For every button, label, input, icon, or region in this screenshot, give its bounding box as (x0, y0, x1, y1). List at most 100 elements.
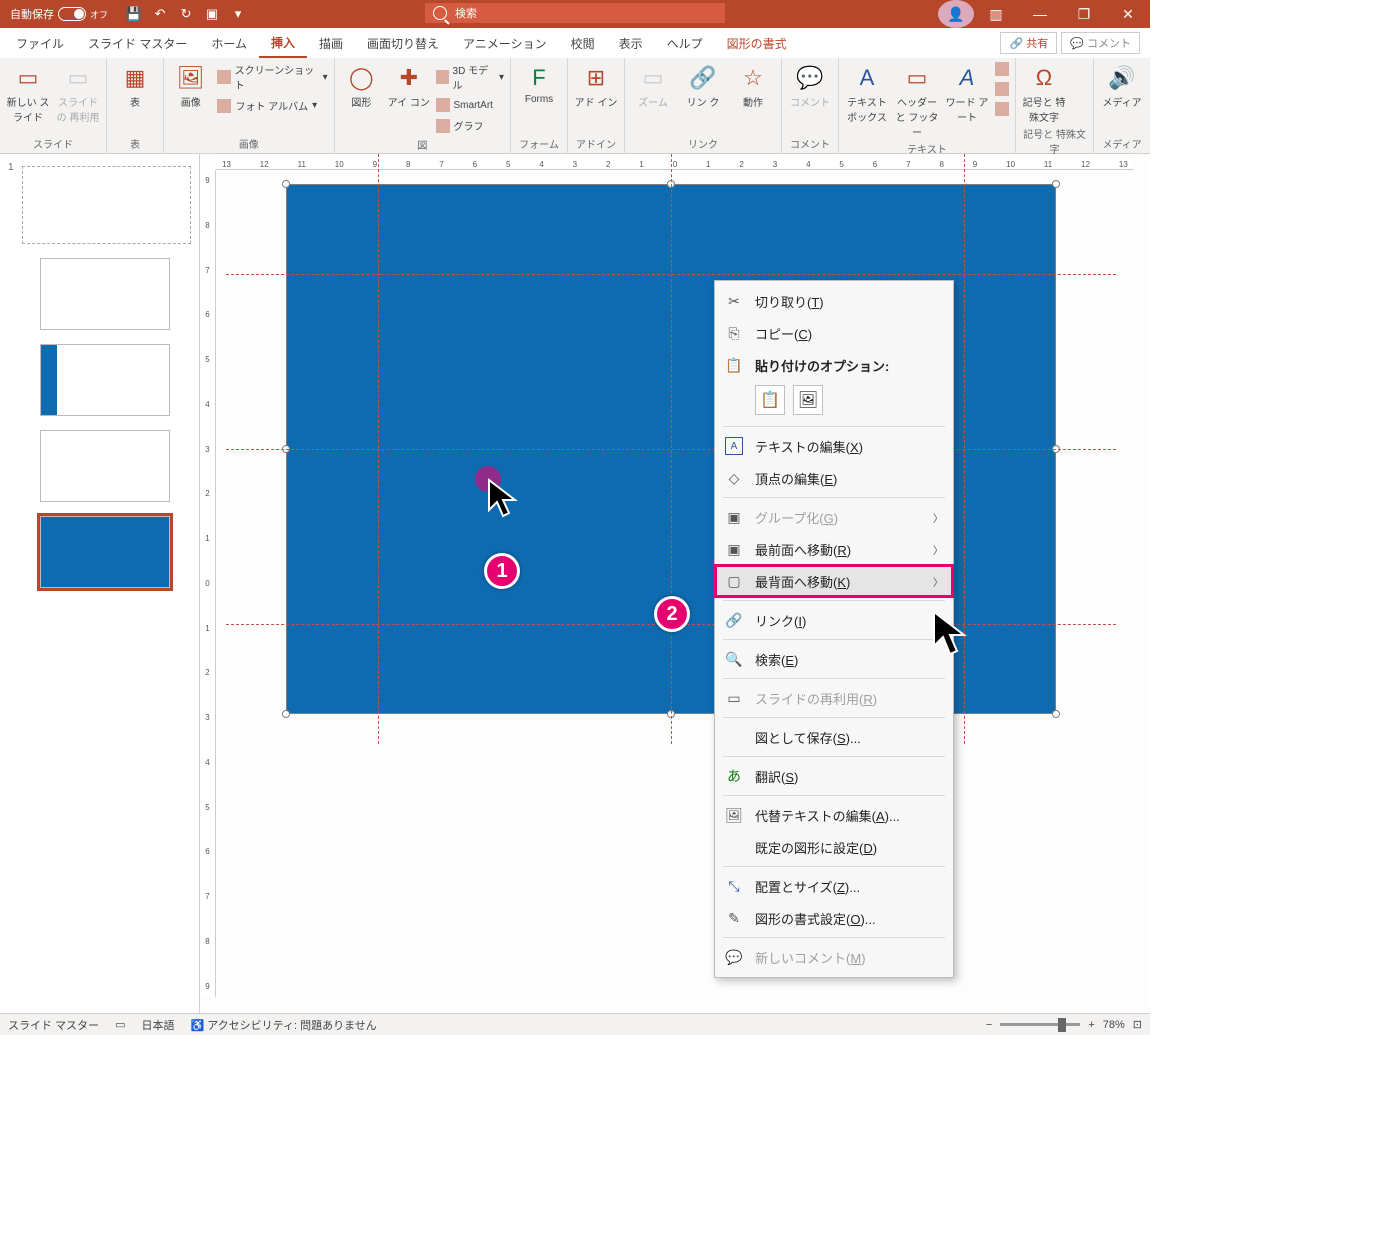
search-box[interactable]: 検索 (425, 3, 725, 23)
qat-more-icon[interactable]: ▾ (230, 6, 246, 22)
tab-draw[interactable]: 描画 (307, 28, 355, 58)
account-avatar[interactable]: 👤 (938, 0, 974, 28)
layout-thumb-1[interactable] (40, 258, 170, 330)
resize-handle-sw[interactable] (282, 710, 290, 718)
wordart-button[interactable]: Aワード アート (943, 60, 991, 124)
cm-bring-to-front[interactable]: ▣最前面へ移動(R)〉 (715, 533, 953, 565)
redo-icon[interactable]: ↻ (178, 6, 194, 22)
cm-edit-points[interactable]: ◇頂点の編集(E) (715, 462, 953, 494)
cm-cut[interactable]: ✂切り取り(T) (715, 285, 953, 317)
layout-thumb-2[interactable] (40, 344, 170, 416)
tab-view[interactable]: 表示 (607, 28, 655, 58)
new-slide-button[interactable]: ▭新しい スライド (4, 60, 52, 124)
notes-icon[interactable]: ▭ (115, 1018, 125, 1031)
symbols-button[interactable]: Ω記号と 特殊文字 (1020, 60, 1068, 124)
layout-thumb-4[interactable] (40, 516, 170, 588)
undo-icon[interactable]: ↶ (152, 6, 168, 22)
header-footer-button[interactable]: ▭ヘッダーと フッター (893, 60, 941, 139)
comments-button[interactable]: 💬 コメント (1061, 32, 1140, 54)
zoom-out-icon[interactable]: − (986, 1019, 992, 1031)
zoom-slider[interactable] (1000, 1023, 1080, 1026)
shapes-button[interactable]: ◯図形 (339, 60, 384, 109)
comment-button[interactable]: 💬コメント (786, 60, 834, 109)
fit-to-window-icon[interactable]: ⊡ (1133, 1018, 1142, 1031)
copy-icon: ⎘ (725, 324, 743, 342)
forms-button[interactable]: FForms (515, 60, 563, 105)
accessibility-status[interactable]: ♿ アクセシビリティ: 問題ありません (190, 1017, 376, 1033)
object-button[interactable] (993, 100, 1011, 118)
tab-slide-master[interactable]: スライド マスター (76, 28, 199, 58)
slides-thumbnail-panel[interactable]: 1 (0, 154, 200, 1013)
chart-button[interactable]: グラフ (434, 116, 507, 135)
3d-models-button[interactable]: 3D モデル ▾ (434, 60, 507, 94)
cm-link[interactable]: 🔗リンク(I)〉 (715, 604, 953, 636)
smartart-button[interactable]: SmartArt (434, 96, 507, 114)
cm-search[interactable]: 🔍検索(E) (715, 643, 953, 675)
cm-set-default-shape[interactable]: 既定の図形に設定(D) (715, 831, 953, 863)
cm-copy[interactable]: ⎘コピー(C) (715, 317, 953, 349)
paste-icon: 📋 (725, 356, 743, 374)
autosave-toggle[interactable]: 自動保存 オフ (10, 6, 108, 22)
zoom-in-icon[interactable]: + (1088, 1019, 1094, 1031)
group-label-slides: スライド (4, 134, 102, 153)
cm-size-position[interactable]: ⤡配置とサイズ(Z)... (715, 870, 953, 902)
cm-reuse-slides: ▭スライドの再利用(R) (715, 682, 953, 714)
layout-thumb-3[interactable] (40, 430, 170, 502)
paste-keep-formatting[interactable]: 📋 (755, 385, 785, 415)
link-button[interactable]: 🔗リン ク (679, 60, 727, 109)
paste-as-picture[interactable]: 🖼 (793, 385, 823, 415)
action-button[interactable]: ☆動作 (729, 60, 777, 109)
edit-points-icon: ◇ (725, 469, 743, 487)
share-button[interactable]: 🔗 共有 (1000, 32, 1057, 54)
canvas-area[interactable]: 13121110987654321012345678910111213 9876… (200, 154, 1150, 1013)
cm-edit-text[interactable]: Aテキストの編集(X) (715, 430, 953, 462)
media-button[interactable]: 🔊メディア (1098, 60, 1146, 109)
ribbon-display-icon[interactable]: ▥ (974, 0, 1018, 28)
callout-2: 2 (654, 596, 690, 632)
save-icon[interactable]: 💾 (126, 6, 142, 22)
minimize-button[interactable]: — (1018, 0, 1062, 28)
cm-save-as-picture[interactable]: 図として保存(S)... (715, 721, 953, 753)
resize-handle-ne[interactable] (1052, 180, 1060, 188)
tab-file[interactable]: ファイル (4, 28, 76, 58)
slide-number-button[interactable] (993, 80, 1011, 98)
resize-handle-se[interactable] (1052, 710, 1060, 718)
tab-animations[interactable]: アニメーション (451, 28, 559, 58)
restore-button[interactable]: ❐ (1062, 0, 1106, 28)
resize-handle-nw[interactable] (282, 180, 290, 188)
cm-group: ▣グループ化(G)〉 (715, 501, 953, 533)
table-button[interactable]: ▦表 (111, 60, 159, 109)
cm-translate[interactable]: あ翻訳(S) (715, 760, 953, 792)
addins-button[interactable]: ⊞アド イン (572, 60, 620, 109)
tab-help[interactable]: ヘルプ (655, 28, 715, 58)
zoom-button[interactable]: ▭ズーム (629, 60, 677, 109)
tab-transitions[interactable]: 画面切り替え (355, 28, 451, 58)
group-label-symbols: 記号と 特殊文字 (1020, 124, 1089, 158)
cursor-icon (930, 608, 982, 660)
icons-button[interactable]: ✚アイ コン (386, 60, 431, 109)
start-slideshow-icon[interactable]: ▣ (204, 6, 220, 22)
autosave-switch[interactable] (58, 7, 86, 21)
album-icon (217, 99, 231, 113)
tab-insert[interactable]: 挿入 (259, 28, 307, 58)
status-bar: スライド マスター ▭ 日本語 ♿ アクセシビリティ: 問題ありません − + … (0, 1013, 1150, 1035)
cm-format-shape[interactable]: ✎図形の書式設定(O)... (715, 902, 953, 934)
screenshot-button[interactable]: スクリーンショット ▾ (215, 60, 329, 94)
search-icon (433, 6, 447, 20)
zoom-percent[interactable]: 78% (1103, 1019, 1125, 1031)
textbox-button[interactable]: Aテキスト ボックス (843, 60, 891, 124)
photo-album-button[interactable]: フォト アルバム ▾ (215, 96, 329, 115)
cursor-icon (485, 476, 529, 520)
date-time-button[interactable] (993, 60, 1011, 78)
tab-shape-format[interactable]: 図形の書式 (715, 28, 799, 58)
title-bar: 自動保存 オフ 💾 ↶ ↻ ▣ ▾ 検索 👤 ▥ — ❐ ✕ (0, 0, 1150, 28)
status-language[interactable]: 日本語 (141, 1017, 174, 1033)
image-button[interactable]: 🖼画像 (168, 60, 213, 109)
cm-send-to-back[interactable]: ▢最背面へ移動(K)〉 (715, 565, 953, 597)
tab-home[interactable]: ホーム (199, 28, 259, 58)
cm-alt-text[interactable]: 🖼代替テキストの編集(A)... (715, 799, 953, 831)
tab-review[interactable]: 校閲 (559, 28, 607, 58)
close-button[interactable]: ✕ (1106, 0, 1150, 28)
master-thumb[interactable] (22, 166, 191, 244)
reuse-slide-button[interactable]: ▭スライドの 再利用 (54, 60, 102, 124)
